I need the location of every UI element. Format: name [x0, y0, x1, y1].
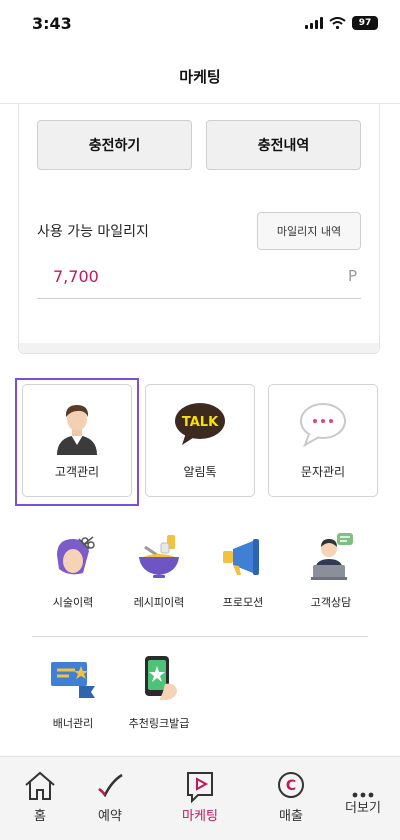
- check-icon: [70, 769, 150, 805]
- tile-label: 문자관리: [300, 465, 346, 479]
- tab-home[interactable]: 홈: [0, 757, 80, 840]
- message-bubble-icon: [269, 399, 377, 455]
- tab-sales[interactable]: C 매출: [251, 757, 331, 840]
- page-title: 마케팅: [179, 68, 221, 86]
- mileage-underline: [37, 298, 361, 299]
- menu-label: 고객상담: [310, 596, 352, 609]
- menu-divider: [32, 636, 368, 637]
- phone-star-icon: [114, 654, 204, 702]
- megaphone-icon: [198, 533, 288, 581]
- tab-marketing[interactable]: 마케팅: [160, 757, 240, 840]
- tile-alimtalk[interactable]: TALK 알림톡: [145, 384, 255, 497]
- bottom-tab-bar: 홈 예약 마케팅 C 매출 더보기: [0, 756, 400, 840]
- mileage-card: 충전하기 충전내역 사용 가능 마일리지 마일리지 내역 7,700 P: [18, 104, 380, 354]
- status-bar: 3:43 97: [0, 0, 400, 48]
- recipe-bowl-icon: [114, 533, 204, 581]
- page-header: 마케팅: [0, 48, 400, 104]
- tab-label: 더보기: [345, 801, 381, 816]
- sales-c-icon: C: [251, 769, 331, 805]
- svg-text:TALK: TALK: [182, 415, 219, 430]
- marketing-icon: [160, 769, 240, 805]
- tab-label: 예약: [98, 809, 122, 824]
- mileage-unit: P: [347, 267, 357, 285]
- mileage-value: 7,700: [53, 267, 99, 286]
- menu-promotion[interactable]: 프로모션: [198, 533, 288, 623]
- status-time: 3:43: [32, 14, 72, 33]
- tab-label: 홈: [34, 809, 46, 824]
- charge-history-button[interactable]: 충전내역: [206, 120, 361, 170]
- tile-label: 알림톡: [183, 465, 217, 479]
- menu-label: 추천링크발급: [128, 717, 190, 730]
- hair-scissors-icon: [28, 533, 118, 581]
- tab-more[interactable]: 더보기: [323, 757, 400, 840]
- card-footer: [19, 343, 379, 353]
- charge-button[interactable]: 충전하기: [37, 120, 192, 170]
- home-icon: [0, 769, 80, 805]
- tile-message-management[interactable]: 문자관리: [268, 384, 378, 497]
- tab-reservation[interactable]: 예약: [70, 757, 150, 840]
- consultant-icon: [286, 533, 376, 581]
- menu-referral-link[interactable]: 추천링크발급: [114, 654, 204, 744]
- customer-avatar-icon: [23, 399, 131, 455]
- tab-label: 마케팅: [182, 809, 218, 824]
- mileage-label: 사용 가능 마일리지: [37, 224, 149, 240]
- tile-label: 고객관리: [54, 465, 100, 479]
- kakao-talk-icon: TALK: [146, 399, 254, 455]
- status-icons: 97: [305, 16, 378, 30]
- mileage-history-button[interactable]: 마일리지 내역: [257, 212, 361, 250]
- signal-icon: [305, 17, 323, 29]
- tile-customer-management[interactable]: 고객관리: [22, 384, 132, 497]
- svg-text:C: C: [286, 778, 296, 794]
- wifi-icon: [329, 17, 346, 29]
- banner-icon: [28, 654, 118, 702]
- battery-indicator: 97: [352, 16, 378, 30]
- menu-customer-consult[interactable]: 고객상담: [286, 533, 376, 623]
- tab-label: 매출: [279, 809, 303, 824]
